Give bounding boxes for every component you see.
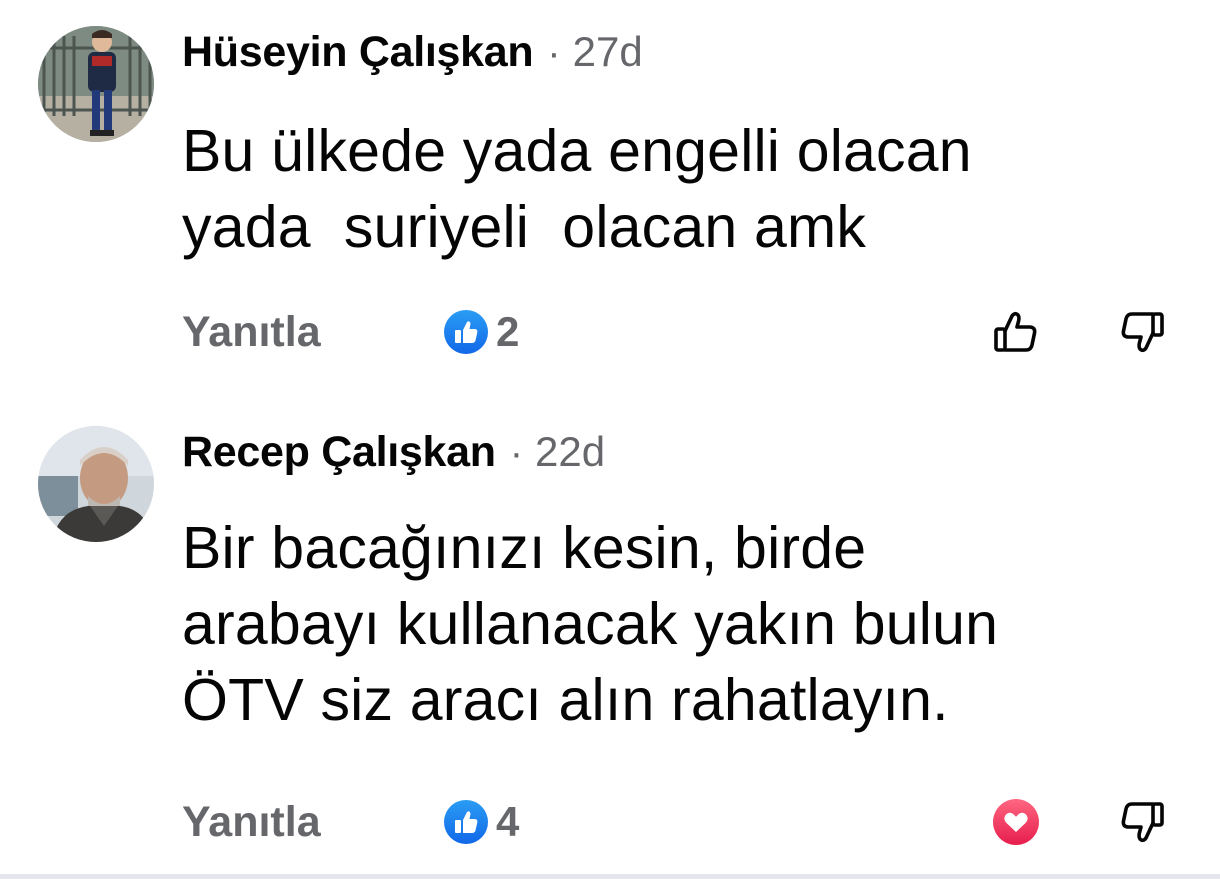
comment-text: Bu ülkede yada engelli olacan yada suriy… [182,113,972,265]
thumbs-down-outline-icon [1121,802,1164,843]
comment-text-line: ÖTV siz aracı alın rahatlayın. [182,667,949,733]
comment-text: Bir bacağınızı kesin, birde arabayı kull… [182,510,998,738]
timestamp[interactable]: 27d [573,28,643,76]
avatar[interactable] [38,426,154,542]
upvote-button[interactable] [990,306,1042,358]
reaction-summary[interactable]: 4 [444,798,519,846]
separator-dot: · [547,31,561,75]
comment-text-line: arabayı kullanacak yakın bulun [182,591,999,657]
reply-button[interactable]: Yanıtla [182,798,321,847]
comment-text-line: yada suriyeli olacan amk [182,194,867,260]
avatar[interactable] [38,26,154,142]
comment-header: Hüseyin Çalışkan · 27d [182,28,643,88]
downvote-button[interactable] [1116,796,1168,848]
thumbs-down-outline-icon [1121,312,1164,353]
author-name[interactable]: Hüseyin Çalışkan [182,28,534,77]
avatar-photo-man [38,426,154,542]
reply-button[interactable]: Yanıtla [182,308,321,357]
separator-dot: · [509,431,524,475]
like-reaction-icon [444,800,488,844]
comment-text-line: Bu ülkede yada engelli olacan [182,118,972,184]
reaction-count: 4 [496,798,520,845]
reaction-count: 2 [496,308,520,355]
author-name[interactable]: Recep Çalışkan [182,428,496,477]
comment-actions: Yanıtla 2 [0,300,1220,360]
comment-actions: Yanıtla 4 [0,790,1220,850]
love-reaction-button[interactable] [990,796,1042,848]
love-reaction-icon [993,799,1039,845]
comment-text-line: Bir bacağınızı kesin, birde [182,515,867,581]
timestamp[interactable]: 22d [535,428,605,476]
reaction-summary[interactable]: 2 [444,308,519,356]
thumbs-up-outline-icon [994,311,1037,352]
avatar-photo-child [38,26,154,142]
like-reaction-icon [444,310,488,354]
comment-header: Recep Çalışkan · 22d [182,428,605,488]
downvote-button[interactable] [1116,306,1168,358]
divider [0,874,1220,879]
